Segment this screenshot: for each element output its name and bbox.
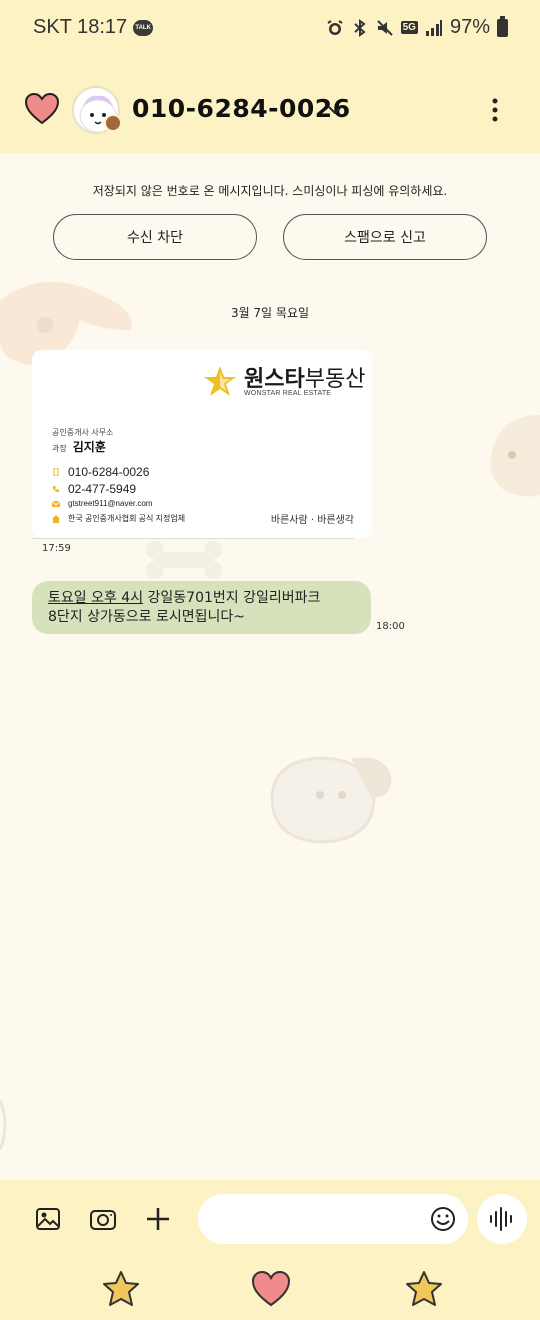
date-divider: 3월 7일 목요일	[230, 306, 310, 320]
card-phone-row: 010-6284-0026	[52, 465, 149, 479]
wonstar-logo: 원스타부동산 WONSTAR REAL ESTATE	[202, 364, 365, 400]
voice-icon	[490, 1207, 512, 1231]
card-assoc-row: 한국 공인중개사협회 공식 지정업체	[52, 513, 185, 524]
telephone-icon	[53, 486, 59, 492]
message-time: 18:00	[376, 621, 405, 632]
signal-icon	[425, 19, 442, 36]
more-vert-icon[interactable]	[484, 96, 506, 124]
card-tel: 02-477-5949	[68, 482, 137, 496]
report-spam-button[interactable]: 스팸으로 신고	[283, 214, 487, 260]
star-icon[interactable]	[404, 1270, 444, 1308]
heart-icon[interactable]	[24, 92, 60, 126]
battery-icon	[497, 15, 508, 37]
card-phone: 010-6284-0026	[68, 465, 150, 479]
brand-sub: WONSTAR REAL ESTATE	[244, 389, 332, 397]
unsaved-number-warning: 저장되지 않은 번호로 온 메시지입니다. 스미싱이나 피싱에 유의하세요.	[92, 184, 448, 198]
card-assoc: 한국 공인중개사협회 공식 지정업체	[68, 514, 186, 523]
card-divider	[32, 538, 354, 539]
chat-header: 010-6284-0026	[0, 80, 540, 140]
network-type: 5G	[400, 21, 418, 34]
card-name-row: 과장 김지훈	[52, 438, 106, 455]
contact-number[interactable]: 010-6284-0026	[132, 94, 351, 123]
talk-badge-icon: TALK	[133, 19, 154, 36]
card-slogan: 바른사람 · 바른생각	[270, 515, 354, 526]
text-message-bubble[interactable]: 토요일 오후 4시 강일동701번지 강일리버파크 8단지 상가동으로 로시면됩…	[32, 581, 371, 634]
heart-icon[interactable]	[251, 1270, 291, 1308]
message-line1-rest: 강일동701번지 강일리버파크	[143, 590, 321, 606]
avatar-badge	[104, 114, 122, 132]
bone-doodle	[146, 541, 222, 579]
card-email: gtstreet911@naver.com	[68, 499, 153, 508]
star-logo-icon	[204, 366, 236, 396]
battery-percent: 97%	[449, 16, 490, 38]
home-icon	[52, 514, 60, 523]
status-right: 5G 97%	[326, 15, 508, 39]
dog-doodle-bottom-left	[0, 1100, 7, 1150]
alarm-icon	[327, 19, 343, 35]
bluetooth-icon	[353, 18, 366, 37]
top-bar: SKT 18:17 TALK 5G 97% 010-6284-0026	[0, 0, 540, 153]
plus-icon[interactable]	[143, 1204, 173, 1234]
card-name: 김지훈	[72, 440, 106, 454]
block-button[interactable]: 수신 차단	[53, 214, 257, 260]
status-bar: SKT 18:17 TALK 5G 97%	[0, 0, 540, 56]
emoji-icon[interactable]	[430, 1206, 456, 1232]
brand-bold: 원스타	[244, 365, 305, 391]
dog-doodle-center	[270, 756, 392, 844]
chevron-down-icon[interactable]	[325, 100, 345, 120]
camera-icon[interactable]	[88, 1204, 118, 1234]
brand-light: 부동산	[304, 365, 366, 391]
phone-icon	[53, 468, 59, 476]
carrier-time: SKT 18:17	[33, 16, 128, 38]
message-input[interactable]	[216, 1206, 416, 1232]
underlined-time-text[interactable]: 토요일 오후 4시	[48, 590, 143, 606]
card-org: 공인중개사 사무소	[52, 428, 114, 437]
card-email-row: gtstreet911@naver.com	[52, 499, 152, 508]
message-line2: 8단지 상가동으로 로시면됩니다~	[48, 609, 245, 625]
card-tel-row: 02-477-5949	[52, 482, 136, 496]
voice-button[interactable]	[477, 1194, 527, 1244]
business-card-message[interactable]: 원스타부동산 WONSTAR REAL ESTATE 공인중개사 사무소 과장 …	[32, 350, 372, 538]
message-time: 17:59	[42, 543, 71, 554]
gallery-icon[interactable]	[33, 1204, 63, 1234]
brand-name: 원스타부동산	[244, 365, 366, 391]
card-title: 과장	[52, 444, 67, 453]
bottom-bar	[0, 1180, 540, 1320]
status-left: SKT 18:17 TALK	[33, 16, 154, 39]
dog-doodle-right	[490, 415, 540, 497]
mail-icon	[52, 500, 60, 507]
message-input-box[interactable]	[198, 1194, 468, 1244]
mute-icon	[376, 19, 393, 36]
star-icon[interactable]	[101, 1270, 141, 1308]
